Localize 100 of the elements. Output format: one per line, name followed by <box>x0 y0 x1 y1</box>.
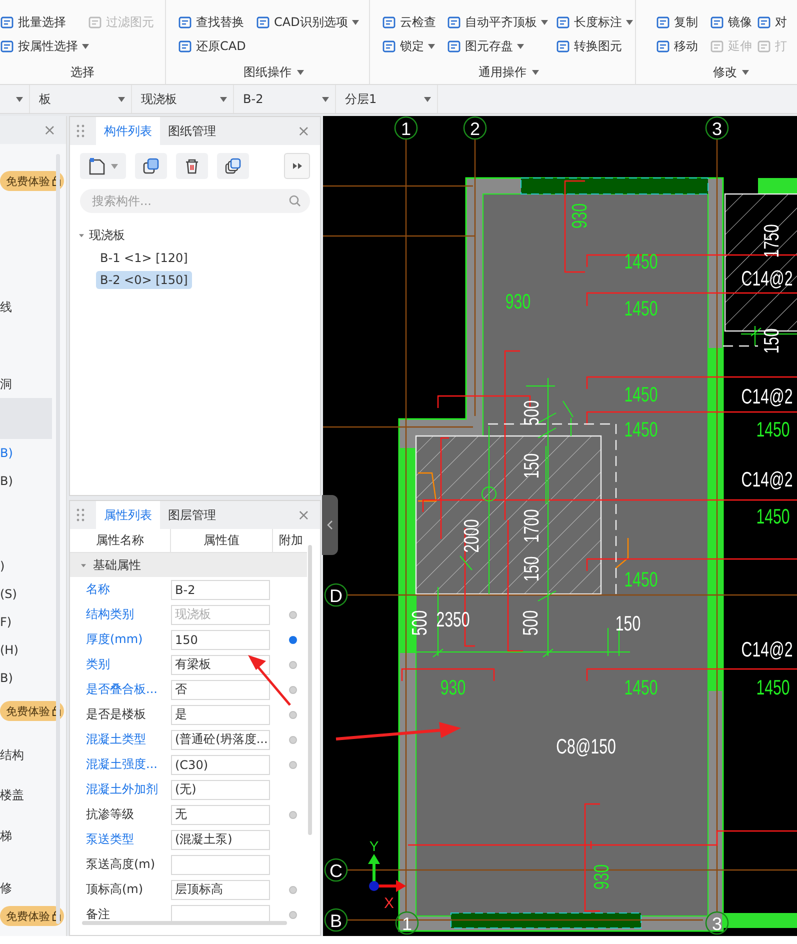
drag-handle-icon[interactable] <box>76 508 86 522</box>
side-panel-item[interactable]: 楼盖 <box>0 781 52 809</box>
toolbar-button[interactable]: 移动 <box>656 36 710 56</box>
copy-button[interactable] <box>135 153 167 179</box>
tool-icon <box>710 15 724 29</box>
dimension-label: 1450 <box>756 674 790 700</box>
property-value-field[interactable]: 否 <box>171 680 270 700</box>
property-value-field[interactable]: 150 <box>171 630 270 650</box>
side-panel-item[interactable]: ) <box>0 552 52 580</box>
toolbar-button[interactable]: 长度标注 <box>556 12 633 32</box>
expand-button[interactable] <box>284 153 310 179</box>
toolbar-button[interactable]: CAD识别选项 <box>256 12 359 32</box>
property-name: 名称 <box>85 581 111 598</box>
dimension-label: 150 <box>615 610 641 636</box>
attach-radio[interactable] <box>289 910 297 918</box>
tree-item[interactable]: 现浇板 <box>89 226 125 244</box>
property-value-field[interactable]: (无) <box>171 780 270 800</box>
dropdown[interactable]: 分层1 <box>341 85 438 113</box>
attach-radio[interactable] <box>289 736 297 744</box>
side-panel-item[interactable]: 修 <box>0 874 52 902</box>
property-value-field[interactable]: 层顶标高 <box>171 880 270 900</box>
attach-radio[interactable] <box>289 810 297 818</box>
trial-badge[interactable]: 免费体验 <box>0 906 64 926</box>
tool-icon <box>656 15 670 29</box>
toolbar-button[interactable]: 对 <box>757 12 787 32</box>
side-panel-item[interactable]: 结构 <box>0 741 52 769</box>
property-value-field[interactable]: B-2 <box>171 580 270 600</box>
side-panel-item[interactable]: 梯 <box>0 822 52 850</box>
search-field[interactable]: 搜索构件... <box>80 189 310 213</box>
attach-radio[interactable] <box>289 710 297 718</box>
property-value-field[interactable]: 无 <box>171 804 270 824</box>
tool-icon <box>0 15 14 29</box>
toolbar-button[interactable]: 批量选择 <box>0 12 88 32</box>
side-panel-item[interactable]: 线 <box>0 293 52 321</box>
property-value-field[interactable]: (C30) <box>171 754 270 774</box>
dropdown[interactable]: 板 <box>35 85 132 113</box>
tool-icon <box>556 39 570 53</box>
dropdown[interactable]: 现浇板 <box>137 85 234 113</box>
collapse-handle[interactable] <box>322 495 338 555</box>
toolbar-button[interactable]: 图元存盘 <box>447 36 556 56</box>
toolbar-button[interactable]: 查找替换 <box>178 12 256 32</box>
panel-tab[interactable]: 属性列表 <box>96 501 160 529</box>
property-value-field[interactable]: (混凝土泵) <box>171 830 270 850</box>
dropdown[interactable]: B-2 <box>239 85 336 113</box>
scrollbar[interactable] <box>308 545 312 835</box>
dimension-label: 500 <box>518 610 542 636</box>
tree-item[interactable]: B-1 <1> [120] <box>96 249 192 267</box>
coordinate-axes-icon <box>368 854 406 892</box>
side-panel-item[interactable]: B) <box>0 439 52 467</box>
side-panel-item[interactable]: B) <box>0 664 52 692</box>
toolbar-button[interactable]: 锁定 <box>382 36 447 56</box>
side-panel-item[interactable]: (S) <box>0 580 52 608</box>
toolbar-button[interactable]: 镜像 <box>710 12 757 32</box>
drag-handle-icon[interactable] <box>76 124 86 138</box>
dimension-label: C8@150 <box>556 734 616 758</box>
property-value-field[interactable]: 有梁板 <box>171 654 270 674</box>
side-panel-item[interactable]: (H) <box>0 636 52 664</box>
property-name: 混凝土外加剂 <box>85 781 159 798</box>
group-label: 图纸操作 <box>244 64 292 80</box>
tool-icon <box>256 15 270 29</box>
dimension-label: 1450 <box>756 416 790 442</box>
dimension-label: 150 <box>758 328 784 354</box>
side-panel-item[interactable]: B) <box>0 467 52 495</box>
delete-button[interactable] <box>176 153 208 179</box>
side-panel-item[interactable]: F) <box>0 608 52 636</box>
toolbar-button[interactable]: 转换图元 <box>556 36 633 56</box>
toolbar-button[interactable]: 按属性选择 <box>0 36 88 56</box>
toolbar-button[interactable]: 还原CAD <box>178 36 256 56</box>
expand-arrow-icon[interactable] <box>78 232 85 238</box>
attach-radio[interactable] <box>289 660 297 668</box>
attach-radio[interactable] <box>289 886 297 894</box>
toolbar-button[interactable]: 自动平齐顶板 <box>447 12 556 32</box>
tool-icon <box>447 39 461 53</box>
scrollbar[interactable] <box>82 921 287 925</box>
annotation-arrow <box>248 655 291 706</box>
trial-badge[interactable]: 免费体验 <box>0 701 64 721</box>
side-panel-item[interactable]: 洞 <box>0 370 52 398</box>
toolbar-button[interactable]: 云检查 <box>382 12 447 32</box>
dimension-label: 150 <box>518 453 544 479</box>
attach-radio[interactable] <box>289 686 297 694</box>
panel-tab[interactable]: 构件列表 <box>96 117 160 145</box>
attach-radio[interactable] <box>289 610 297 618</box>
property-name: 是否叠合板... <box>85 681 158 698</box>
duplicate-button[interactable] <box>217 153 249 179</box>
dimension-label: 1750 <box>758 224 784 258</box>
property-value-field[interactable]: 是 <box>171 704 270 724</box>
tree-item[interactable]: B-2 <0> [150] <box>96 271 192 289</box>
panel-tab[interactable]: 图纸管理 <box>160 117 224 145</box>
attach-radio[interactable] <box>289 760 297 768</box>
axis-letter: X <box>384 895 394 912</box>
group-header[interactable]: 基础属性 <box>70 553 307 577</box>
property-value-field[interactable]: (普通砼(坍落度... <box>171 730 270 750</box>
property-value-field[interactable] <box>171 854 270 874</box>
trial-badge[interactable]: 免费体验 <box>0 171 64 191</box>
attach-radio[interactable] <box>289 636 297 644</box>
toolbar-button[interactable]: 复制 <box>656 12 710 32</box>
property-name: 泵送类型 <box>85 831 135 848</box>
property-name: 混凝土强度... <box>85 756 158 773</box>
panel-tab[interactable]: 图层管理 <box>160 501 224 529</box>
new-button[interactable] <box>80 153 126 179</box>
